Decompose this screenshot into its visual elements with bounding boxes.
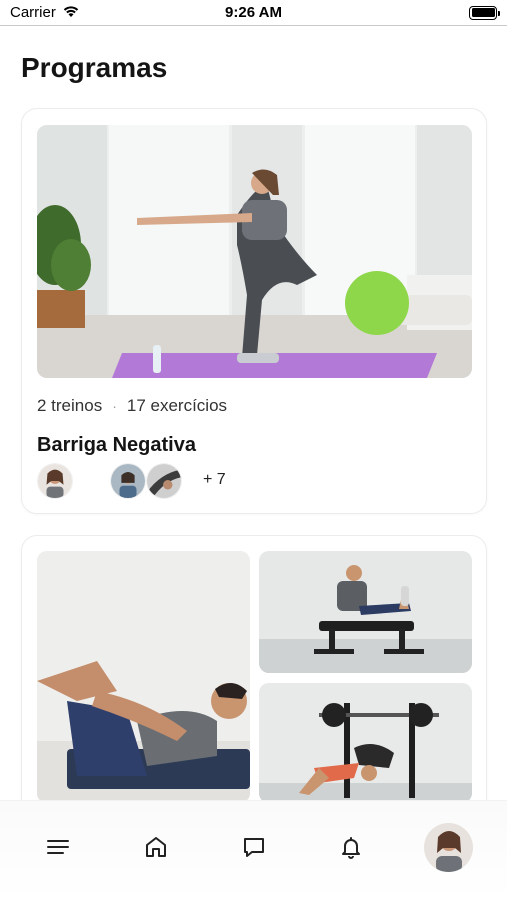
program-cover-image [37,551,250,803]
status-bar: Carrier 9:26 AM [0,0,507,26]
program-cover-image [37,125,472,378]
participant-avatar[interactable] [146,463,182,499]
bell-icon[interactable] [333,829,369,865]
status-left: Carrier [10,4,80,22]
profile-avatar[interactable] [424,823,473,872]
chat-icon[interactable] [236,829,272,865]
menu-icon[interactable] [40,829,76,865]
carrier-label: Carrier [10,4,56,21]
program-cover-image [259,683,472,803]
program-card[interactable]: 2 treinos · 17 exercícios Barriga Negati… [21,108,487,514]
program-meta: 2 treinos · 17 exercícios [37,396,227,416]
meta-separator: · [112,398,117,414]
home-icon[interactable] [138,829,174,865]
participant-avatar[interactable] [110,463,146,499]
participant-avatar[interactable] [37,463,73,499]
more-participants-count: + 7 [203,471,226,488]
wifi-icon [62,4,80,22]
program-card[interactable] [21,535,487,835]
battery-icon [469,5,500,20]
program-title: Barriga Negativa [37,434,196,456]
page-title: Programas [21,52,168,83]
bottom-navigation [0,800,507,900]
exercises-count: 17 exercícios [126,396,228,415]
workouts-count: 2 treinos [37,396,103,415]
program-cover-image [259,551,472,673]
